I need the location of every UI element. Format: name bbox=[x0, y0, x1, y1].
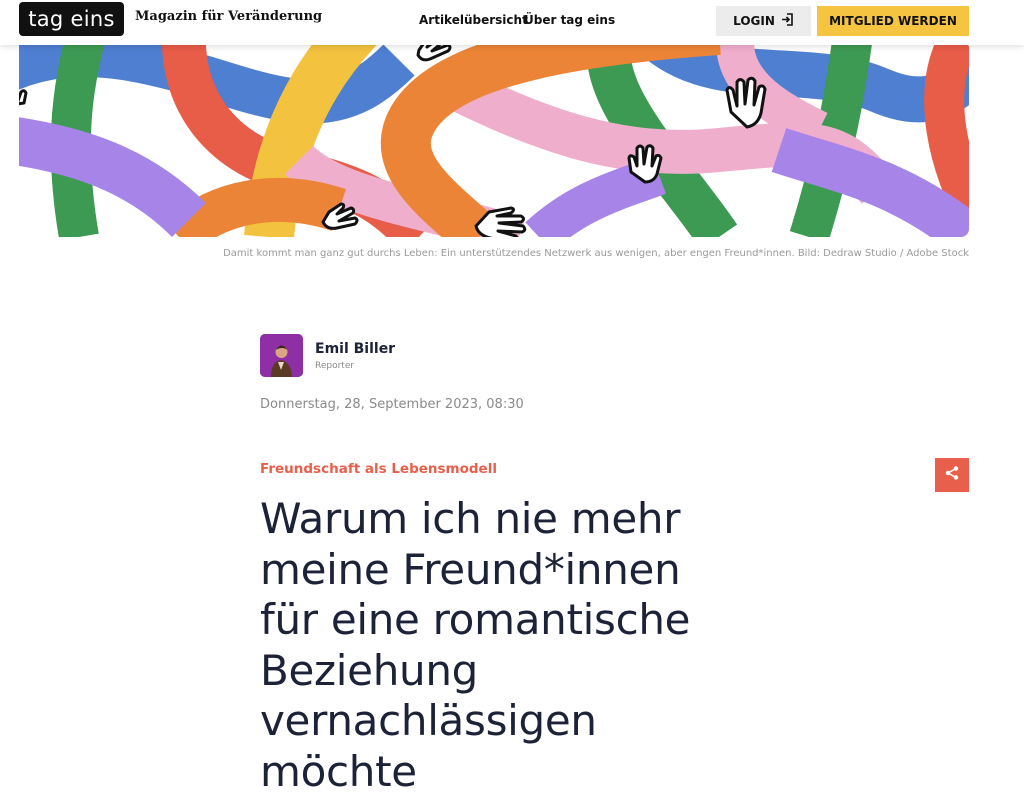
site-header: tag eins Magazin für Veränderung Artikel… bbox=[0, 0, 1024, 45]
login-label: LOGIN bbox=[733, 14, 775, 28]
nav-link-about[interactable]: Über tag eins bbox=[524, 13, 615, 27]
article-headline: Warum ich nie mehr meine Freund*innen fü… bbox=[260, 494, 691, 796]
login-button[interactable]: LOGIN bbox=[716, 6, 811, 36]
author-name[interactable]: Emil Biller bbox=[315, 341, 395, 357]
author-avatar[interactable] bbox=[260, 334, 303, 377]
nav-link-articles[interactable]: Artikelübersicht bbox=[419, 13, 528, 27]
image-caption: Damit kommt man ganz gut durchs Leben: E… bbox=[223, 248, 969, 259]
site-tagline: Magazin für Veränderung bbox=[135, 9, 323, 24]
site-logo[interactable]: tag eins bbox=[19, 2, 124, 36]
author-role: Reporter bbox=[315, 361, 355, 371]
publish-date: Donnerstag, 28, September 2023, 08:30 bbox=[260, 397, 524, 412]
share-button[interactable] bbox=[935, 458, 969, 492]
article-kicker: Freundschaft als Lebensmodell bbox=[260, 461, 497, 477]
login-arrow-icon bbox=[781, 13, 794, 29]
share-icon bbox=[944, 465, 960, 485]
become-member-button[interactable]: MITGLIED WERDEN bbox=[817, 6, 969, 36]
